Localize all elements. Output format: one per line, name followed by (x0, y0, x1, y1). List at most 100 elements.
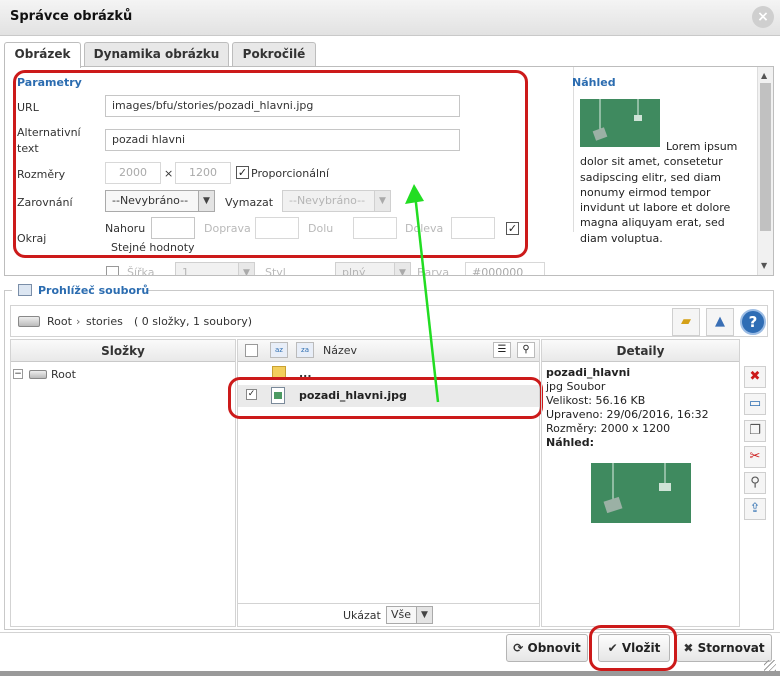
checkmark-icon: ✔ (607, 641, 618, 655)
rename-icon[interactable]: ▭ (744, 393, 766, 415)
height-input[interactable]: 1200 (175, 162, 231, 184)
width-input[interactable]: 2000 (105, 162, 161, 184)
clear-select[interactable]: --Nevybráno-- ▼ (282, 190, 391, 212)
paste-icon[interactable]: ⇪ (744, 498, 766, 520)
show-select[interactable]: Vše ▼ (386, 606, 433, 624)
zoom-icon[interactable]: ⚲ (744, 472, 766, 494)
upload-button[interactable]: ▲ (706, 308, 734, 336)
cancel-button[interactable]: ✖ Stornovat (676, 634, 772, 662)
show-select-value: Vše (391, 608, 412, 621)
detail-preview-label: Náhled: (546, 436, 594, 449)
tree-collapse-icon[interactable]: − (13, 369, 23, 379)
copy-icon[interactable]: ❐ (744, 420, 766, 442)
margin-left-input[interactable] (451, 217, 495, 239)
alt-label: Alternativní text (17, 126, 81, 155)
params-legend: Parametry (17, 76, 82, 89)
margin-left-label: Doleva (405, 222, 444, 235)
times-sign: × (164, 167, 174, 180)
image-tab-panel: ▲ ▼ Parametry URL images/bfu/stories/poz… (4, 66, 774, 276)
proportional-checkbox[interactable]: ✓ (236, 166, 249, 179)
scroll-up-icon[interactable]: ▲ (761, 71, 767, 80)
margin-top-input[interactable] (151, 217, 195, 239)
file-row-checkbox[interactable]: ✓ (246, 389, 257, 400)
align-label: Zarovnání (17, 196, 73, 209)
insert-label: Vložit (621, 641, 661, 655)
detail-name: pozadi_hlavni (546, 366, 631, 379)
proportional-label: Proporcionální (251, 167, 330, 180)
align-select[interactable]: --Nevybráno-- ▼ (105, 190, 215, 212)
close-icon[interactable]: × (752, 6, 774, 28)
chevron-down-icon: ▼ (416, 607, 432, 623)
parent-folder-icon (272, 366, 286, 380)
border-style-value: plný (342, 266, 366, 276)
margin-right-input[interactable] (255, 217, 299, 239)
sort-az-icon[interactable]: az (270, 342, 288, 358)
fieldset-top-left (4, 290, 12, 291)
margin-bottom-label: Dolu (308, 222, 334, 235)
margin-top-label: Nahoru (105, 222, 146, 235)
refresh-button[interactable]: ⟳ Obnovit (506, 634, 588, 662)
equal-values-checkbox[interactable]: ✓ (506, 222, 519, 235)
margin-bottom-input[interactable] (353, 217, 397, 239)
folders-pane (10, 339, 236, 627)
hanging-book-icon (603, 463, 671, 514)
tab-advanced[interactable]: Pokročilé (232, 42, 316, 66)
tree-root[interactable]: Root (51, 368, 76, 381)
alt-text-input[interactable]: pozadi hlavni (105, 129, 460, 151)
sort-za-icon[interactable]: za (296, 342, 314, 358)
cancel-label: Stornovat (697, 641, 765, 655)
border-color-input[interactable]: #000000 (465, 262, 545, 275)
tab-image-dynamics[interactable]: Dynamika obrázku (84, 42, 229, 66)
folder-browser-icon (18, 284, 32, 296)
tab-image[interactable]: Obrázek (4, 42, 81, 68)
folders-header: Složky (11, 340, 235, 362)
new-folder-icon: ▰ (681, 314, 691, 329)
select-all-checkbox[interactable] (245, 344, 258, 357)
drive-icon (18, 316, 40, 327)
browser-legend: Prohlížeč souborů (38, 284, 150, 297)
detail-type: jpg Soubor (546, 380, 606, 393)
insert-button[interactable]: ✔ Vložit (598, 634, 670, 662)
fieldset-top-right (148, 290, 774, 291)
search-icon[interactable]: ⚲ (517, 342, 535, 358)
help-icon[interactable]: ? (740, 309, 766, 335)
detail-preview-image (591, 463, 691, 523)
bottom-border (0, 671, 780, 676)
detail-size: Velikost: 56.16 KB (546, 394, 646, 407)
margin-right-label: Doprava (204, 222, 251, 235)
path-info: ( 0 složky, 1 soubory) (134, 315, 253, 328)
url-input[interactable]: images/bfu/stories/pozadi_hlavni.jpg (105, 95, 460, 117)
clear-label: Vymazat (225, 196, 274, 209)
chevron-down-icon: ▼ (394, 263, 410, 275)
delete-icon[interactable]: ✖ (744, 366, 766, 388)
details-header: Detaily (542, 340, 739, 362)
margin-label: Okraj (17, 232, 47, 245)
path-root[interactable]: Root (47, 315, 72, 328)
dialog-title: Správce obrázků (10, 9, 133, 24)
border-color-label: Barva (417, 266, 450, 276)
file-name[interactable]: pozadi_hlavni.jpg (299, 389, 407, 402)
close-icon: ✖ (683, 641, 694, 655)
new-folder-button[interactable]: ▰ (672, 308, 700, 336)
path-separator: › (76, 315, 81, 328)
equal-values-label: Stejné hodnoty (111, 241, 195, 254)
parent-dir-item[interactable]: ... (299, 367, 312, 380)
list-view-icon[interactable]: ☰ (493, 342, 511, 358)
cut-icon[interactable]: ✂ (744, 446, 766, 468)
scrollbar-thumb[interactable] (760, 83, 771, 231)
border-style-select[interactable]: plný ▼ (335, 262, 411, 276)
path-bar (10, 305, 768, 337)
path-folder[interactable]: stories (86, 315, 123, 328)
name-column-header[interactable]: Název (323, 344, 357, 357)
panel-scrollbar[interactable]: ▲ ▼ (757, 67, 773, 275)
detail-dimensions: Rozměry: 2000 x 1200 (546, 422, 671, 435)
scroll-down-icon[interactable]: ▼ (761, 261, 767, 270)
border-width-value: 1 (182, 266, 189, 276)
border-checkbox[interactable] (106, 266, 119, 275)
clear-select-value: --Nevybráno-- (289, 194, 366, 207)
preview-divider (573, 67, 574, 232)
upload-icon: ▲ (715, 314, 725, 329)
border-width-select[interactable]: 1 ▼ (175, 262, 255, 276)
image-file-icon (271, 387, 285, 404)
size-label: Rozměry (17, 168, 66, 181)
